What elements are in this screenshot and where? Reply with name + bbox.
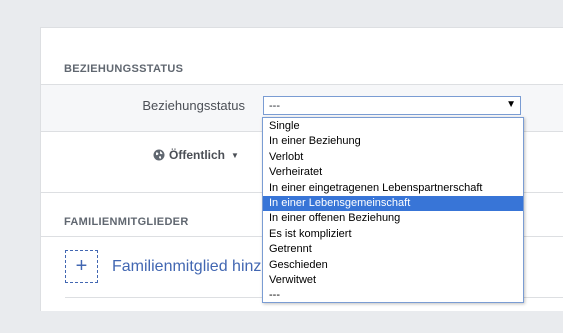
relationship-option[interactable]: Geschieden xyxy=(263,258,523,273)
relationship-option[interactable]: In einer offenen Beziehung xyxy=(263,211,523,226)
relationship-option[interactable]: --- xyxy=(263,288,523,303)
relationship-status-label: Beziehungsstatus xyxy=(142,98,245,113)
relationship-option[interactable]: Verlobt xyxy=(263,150,523,165)
dropdown-arrow-icon: ▼ xyxy=(506,99,516,110)
chevron-down-icon: ▼ xyxy=(231,150,239,160)
relationship-status-select[interactable]: --- ▼ xyxy=(263,96,521,115)
relationship-option[interactable]: Verheiratet xyxy=(263,165,523,180)
relationship-status-current-value: --- xyxy=(269,100,280,112)
relationship-option[interactable]: In einer Lebensgemeinschaft xyxy=(263,195,523,212)
relationship-option[interactable]: In einer Beziehung xyxy=(263,134,523,149)
relationship-option[interactable]: In einer eingetragenen Lebenspartnerscha… xyxy=(263,181,523,196)
relationship-section-heading: BEZIEHUNGSSTATUS xyxy=(64,63,184,75)
plus-icon: + xyxy=(65,250,98,283)
relationship-option[interactable]: Single xyxy=(263,119,523,134)
family-section-heading: FAMILIENMITGLIEDER xyxy=(64,216,189,228)
relationship-status-options-list[interactable]: Single In einer Beziehung Verlobt Verheirat… xyxy=(262,117,524,303)
settings-canvas: BEZIEHUNGSSTATUS Beziehungsstatus --- ▼ … xyxy=(0,0,563,333)
relationship-option[interactable]: Verwitwet xyxy=(263,273,523,288)
relationship-option[interactable]: Es ist kompliziert xyxy=(263,227,523,242)
relationship-option[interactable]: Getrennt xyxy=(263,242,523,257)
globe-icon xyxy=(153,149,165,161)
privacy-label: Öffentlich xyxy=(169,148,225,162)
privacy-selector[interactable]: Öffentlich ▼ xyxy=(153,148,239,162)
